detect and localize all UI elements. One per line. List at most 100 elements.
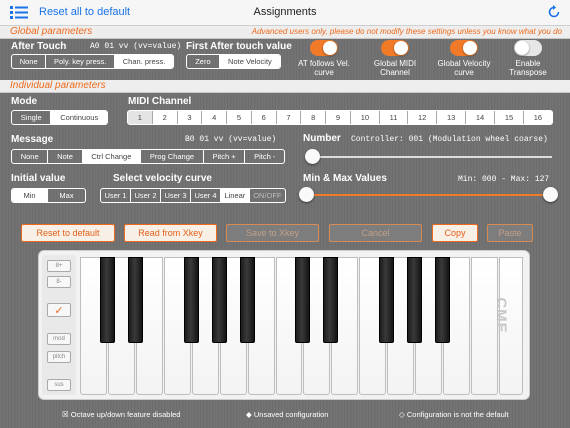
midi-channel-1[interactable]: 1: [128, 111, 153, 124]
velocity-option-user1[interactable]: User 1: [101, 189, 131, 202]
message-option-pitch-plus[interactable]: Pitch +: [204, 150, 246, 163]
black-key[interactable]: [99, 257, 115, 343]
black-key[interactable]: [435, 257, 451, 343]
message-option-prog-change[interactable]: Prog Change: [141, 150, 204, 163]
midi-channel-16[interactable]: 16: [524, 111, 552, 124]
first-after-touch-selector: Zero Note Velocity: [186, 54, 281, 69]
first-after-touch-option-velocity[interactable]: Note Velocity: [219, 55, 280, 68]
midi-channel-12[interactable]: 12: [408, 111, 438, 124]
midi-channel-2[interactable]: 2: [153, 111, 178, 124]
message-code: B0 01 vv (vv=value): [185, 135, 277, 144]
global-velocity-curve-label: Global Velocity curve: [437, 59, 491, 77]
message-option-note[interactable]: Note: [48, 150, 83, 163]
initial-value-selector: Min Max: [11, 188, 86, 203]
unsaved-status: ◆ Unsaved configuration: [246, 410, 329, 419]
black-key[interactable]: [323, 257, 339, 343]
mode-label: Mode: [11, 96, 38, 107]
min-slider-knob[interactable]: [299, 187, 314, 202]
velocity-curve-label: Select velocity curve: [113, 173, 212, 184]
velocity-option-user2[interactable]: User 2: [131, 189, 161, 202]
global-midi-channel-label: Global MIDI Channel: [373, 59, 417, 77]
velocity-option-onoff: ON/OFF: [253, 191, 282, 200]
black-key[interactable]: [239, 257, 255, 343]
max-slider-knob[interactable]: [543, 187, 558, 202]
global-velocity-curve-toggle[interactable]: [450, 40, 478, 56]
min-max-label: Min & Max Values: [303, 173, 387, 184]
midi-channel-10[interactable]: 10: [351, 111, 380, 124]
black-key[interactable]: [295, 257, 311, 343]
midi-channel-9[interactable]: 9: [326, 111, 351, 124]
first-after-touch-option-zero[interactable]: Zero: [187, 55, 220, 68]
midi-channel-8[interactable]: 8: [301, 111, 327, 124]
message-option-pitch-minus[interactable]: Pitch -: [245, 150, 284, 163]
midi-channel-6[interactable]: 6: [252, 111, 277, 124]
after-touch-option-chan[interactable]: Chan. press.: [115, 55, 173, 68]
enable-transpose-toggle[interactable]: [514, 40, 542, 56]
message-option-ctrl-change[interactable]: Ctrl Change: [82, 150, 142, 163]
midi-channel-15[interactable]: 15: [495, 111, 524, 124]
individual-section-header: Individual parameters: [0, 80, 570, 93]
initial-value-label: Initial value: [11, 173, 66, 184]
midi-channel-7[interactable]: 7: [277, 111, 302, 124]
number-label: Number: [303, 133, 341, 144]
after-touch-option-poly[interactable]: Poly. key press.: [46, 55, 116, 68]
top-bar: Reset all to default Assignments: [0, 0, 570, 26]
midi-channel-3[interactable]: 3: [178, 111, 203, 124]
midi-channel-label: MIDI Channel: [128, 96, 192, 107]
keyboard-side-panel: 8+ 8- ✓ mod pitch sus: [42, 255, 76, 395]
reset-to-default-button[interactable]: Reset to default: [21, 224, 115, 242]
read-from-xkey-button[interactable]: Read from Xkey: [124, 224, 217, 242]
individual-section-label: Individual parameters: [10, 80, 106, 91]
min-max-slider-track: [306, 194, 550, 196]
global-section-header: Global parameters Advanced users only, p…: [0, 26, 570, 39]
velocity-option-user3[interactable]: User 3: [161, 189, 191, 202]
global-midi-channel-toggle[interactable]: [381, 40, 409, 56]
initial-value-option-min[interactable]: Min: [12, 189, 48, 202]
mode-selector: Single Continuous: [11, 110, 108, 125]
black-key[interactable]: [183, 257, 199, 343]
velocity-option-linear[interactable]: Linear: [221, 189, 250, 202]
midi-channel-14[interactable]: 14: [466, 111, 496, 124]
paste-button[interactable]: Paste: [487, 224, 533, 242]
default-status: ◇ Configuration is not the default: [399, 410, 509, 419]
message-label: Message: [11, 134, 54, 145]
number-slider-track: [312, 156, 552, 158]
mode-option-single[interactable]: Single: [12, 111, 52, 124]
velocity-option-user4[interactable]: User 4: [191, 189, 221, 202]
midi-channel-13[interactable]: 13: [437, 111, 467, 124]
octave-down-button[interactable]: 8-: [47, 276, 71, 288]
black-key[interactable]: [127, 257, 143, 343]
midi-channel-5[interactable]: 5: [227, 111, 252, 124]
at-follows-vel-toggle[interactable]: [310, 40, 338, 56]
message-selector: None Note Ctrl Change Prog Change Pitch …: [11, 149, 285, 164]
first-after-touch-label: First After touch value: [186, 41, 292, 52]
after-touch-selector: None Poly. key press. Chan. press.: [11, 54, 174, 69]
cancel-button[interactable]: Cancel: [329, 224, 422, 242]
midi-channel-4[interactable]: 4: [202, 111, 228, 124]
midi-channel-11[interactable]: 11: [380, 111, 409, 124]
number-slider-knob[interactable]: [305, 149, 320, 164]
black-key[interactable]: [379, 257, 395, 343]
refresh-icon[interactable]: [547, 5, 561, 19]
at-follows-vel-label: AT follows Vel. curve: [298, 59, 350, 77]
octave-up-button[interactable]: 8+: [47, 260, 71, 272]
black-key[interactable]: [407, 257, 423, 343]
sustain-button[interactable]: sus: [47, 379, 71, 391]
midi-channel-selector: 1 2 3 4 5 6 7 8 9 10 11 12 13 14 15 16: [127, 110, 553, 125]
pitch-button[interactable]: pitch: [47, 351, 71, 363]
enable-transpose-label: Enable Transpose: [509, 59, 547, 77]
save-to-xkey-button[interactable]: Save to Xkey: [226, 224, 319, 242]
copy-button[interactable]: Copy: [432, 224, 478, 242]
black-key[interactable]: [211, 257, 227, 343]
mode-option-continuous[interactable]: Continuous: [51, 111, 107, 124]
number-value: Controller: 001 (Modulation wheel coarse…: [351, 135, 548, 144]
after-touch-option-none[interactable]: None: [12, 55, 47, 68]
message-option-none[interactable]: None: [12, 150, 49, 163]
after-touch-code: A0 01 vv (vv=value): [90, 42, 182, 51]
initial-value-option-max[interactable]: Max: [48, 189, 85, 202]
modulation-button[interactable]: mod: [47, 333, 71, 345]
advanced-warning: Advanced users only, please do not modif…: [251, 27, 562, 36]
min-max-value: Min: 000 - Max: 127: [458, 175, 550, 184]
white-key[interactable]: [471, 257, 498, 395]
checkmark-icon[interactable]: ✓: [47, 303, 71, 317]
